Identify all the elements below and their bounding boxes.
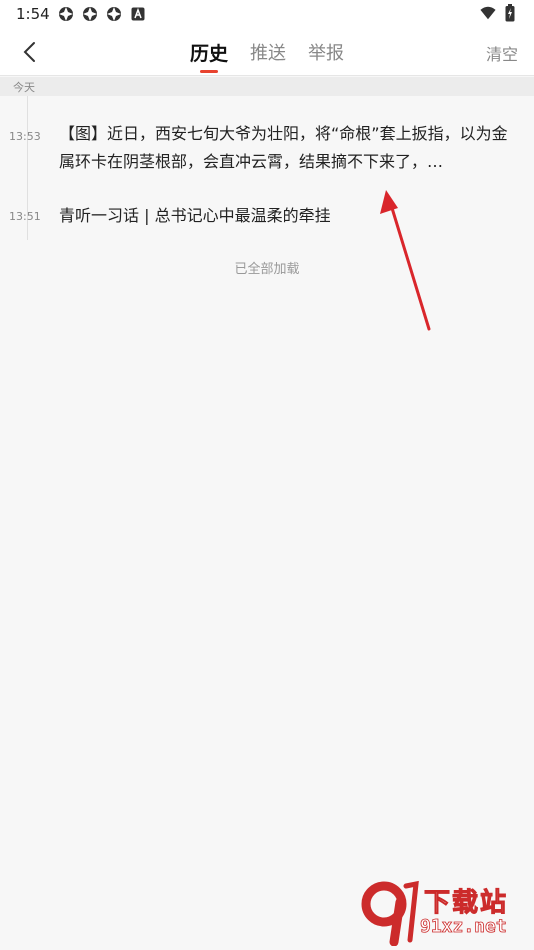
item-title: 【图】近日，西安七旬大爷为壮阳，将“命根”套上扳指，以为金属环卡在阴茎根部，会直… xyxy=(59,124,508,171)
load-complete-text: 已全部加载 xyxy=(234,262,300,277)
screen: 1:54 历史 推送 举报 清空 今天 13:53 【图】近日，西安七旬大爷为壮… xyxy=(0,0,534,950)
tab-label: 推送 xyxy=(250,43,287,64)
aperture-icon xyxy=(82,6,98,22)
chevron-left-icon xyxy=(23,42,35,62)
back-button[interactable] xyxy=(14,38,44,66)
tab-push[interactable]: 推送 xyxy=(250,28,286,76)
wifi-icon xyxy=(480,5,496,21)
aperture-icon xyxy=(58,6,74,22)
tab-bar: 历史 推送 举报 xyxy=(190,28,366,76)
history-item[interactable]: 13:53 【图】近日，西安七旬大爷为壮阳，将“命根”套上扳指，以为金属环卡在阴… xyxy=(0,120,534,180)
date-section-header: 今天 xyxy=(0,77,534,96)
battery-icon xyxy=(502,4,518,22)
logo-9-icon xyxy=(361,880,419,947)
app-a-icon xyxy=(130,6,146,22)
status-time: 1:54 xyxy=(16,5,50,23)
watermark-text-bottom: 91xz.net xyxy=(420,916,508,938)
item-title: 青听一习话 | 总书记心中最温柔的牵挂 xyxy=(59,206,331,225)
status-bar: 1:54 xyxy=(0,0,534,28)
tab-history[interactable]: 历史 xyxy=(190,28,228,76)
tab-active-indicator xyxy=(200,70,218,73)
item-time: 13:53 xyxy=(9,130,41,143)
history-item[interactable]: 13:51 青听一习话 | 总书记心中最温柔的牵挂 xyxy=(0,202,534,232)
watermark-text-top: 下载站 xyxy=(423,888,509,919)
system-icons xyxy=(480,4,518,22)
date-label: 今天 xyxy=(13,81,35,94)
item-time: 13:51 xyxy=(9,210,41,223)
tab-label: 历史 xyxy=(190,42,229,65)
top-bar: 历史 推送 举报 清空 xyxy=(0,28,534,76)
tab-report[interactable]: 举报 xyxy=(308,28,344,76)
notification-icons xyxy=(58,6,146,22)
clear-button[interactable]: 清空 xyxy=(486,41,518,65)
tab-label: 举报 xyxy=(308,43,345,64)
watermark-logo: 下载站 91xz.net xyxy=(358,880,528,947)
aperture-icon xyxy=(106,6,122,22)
